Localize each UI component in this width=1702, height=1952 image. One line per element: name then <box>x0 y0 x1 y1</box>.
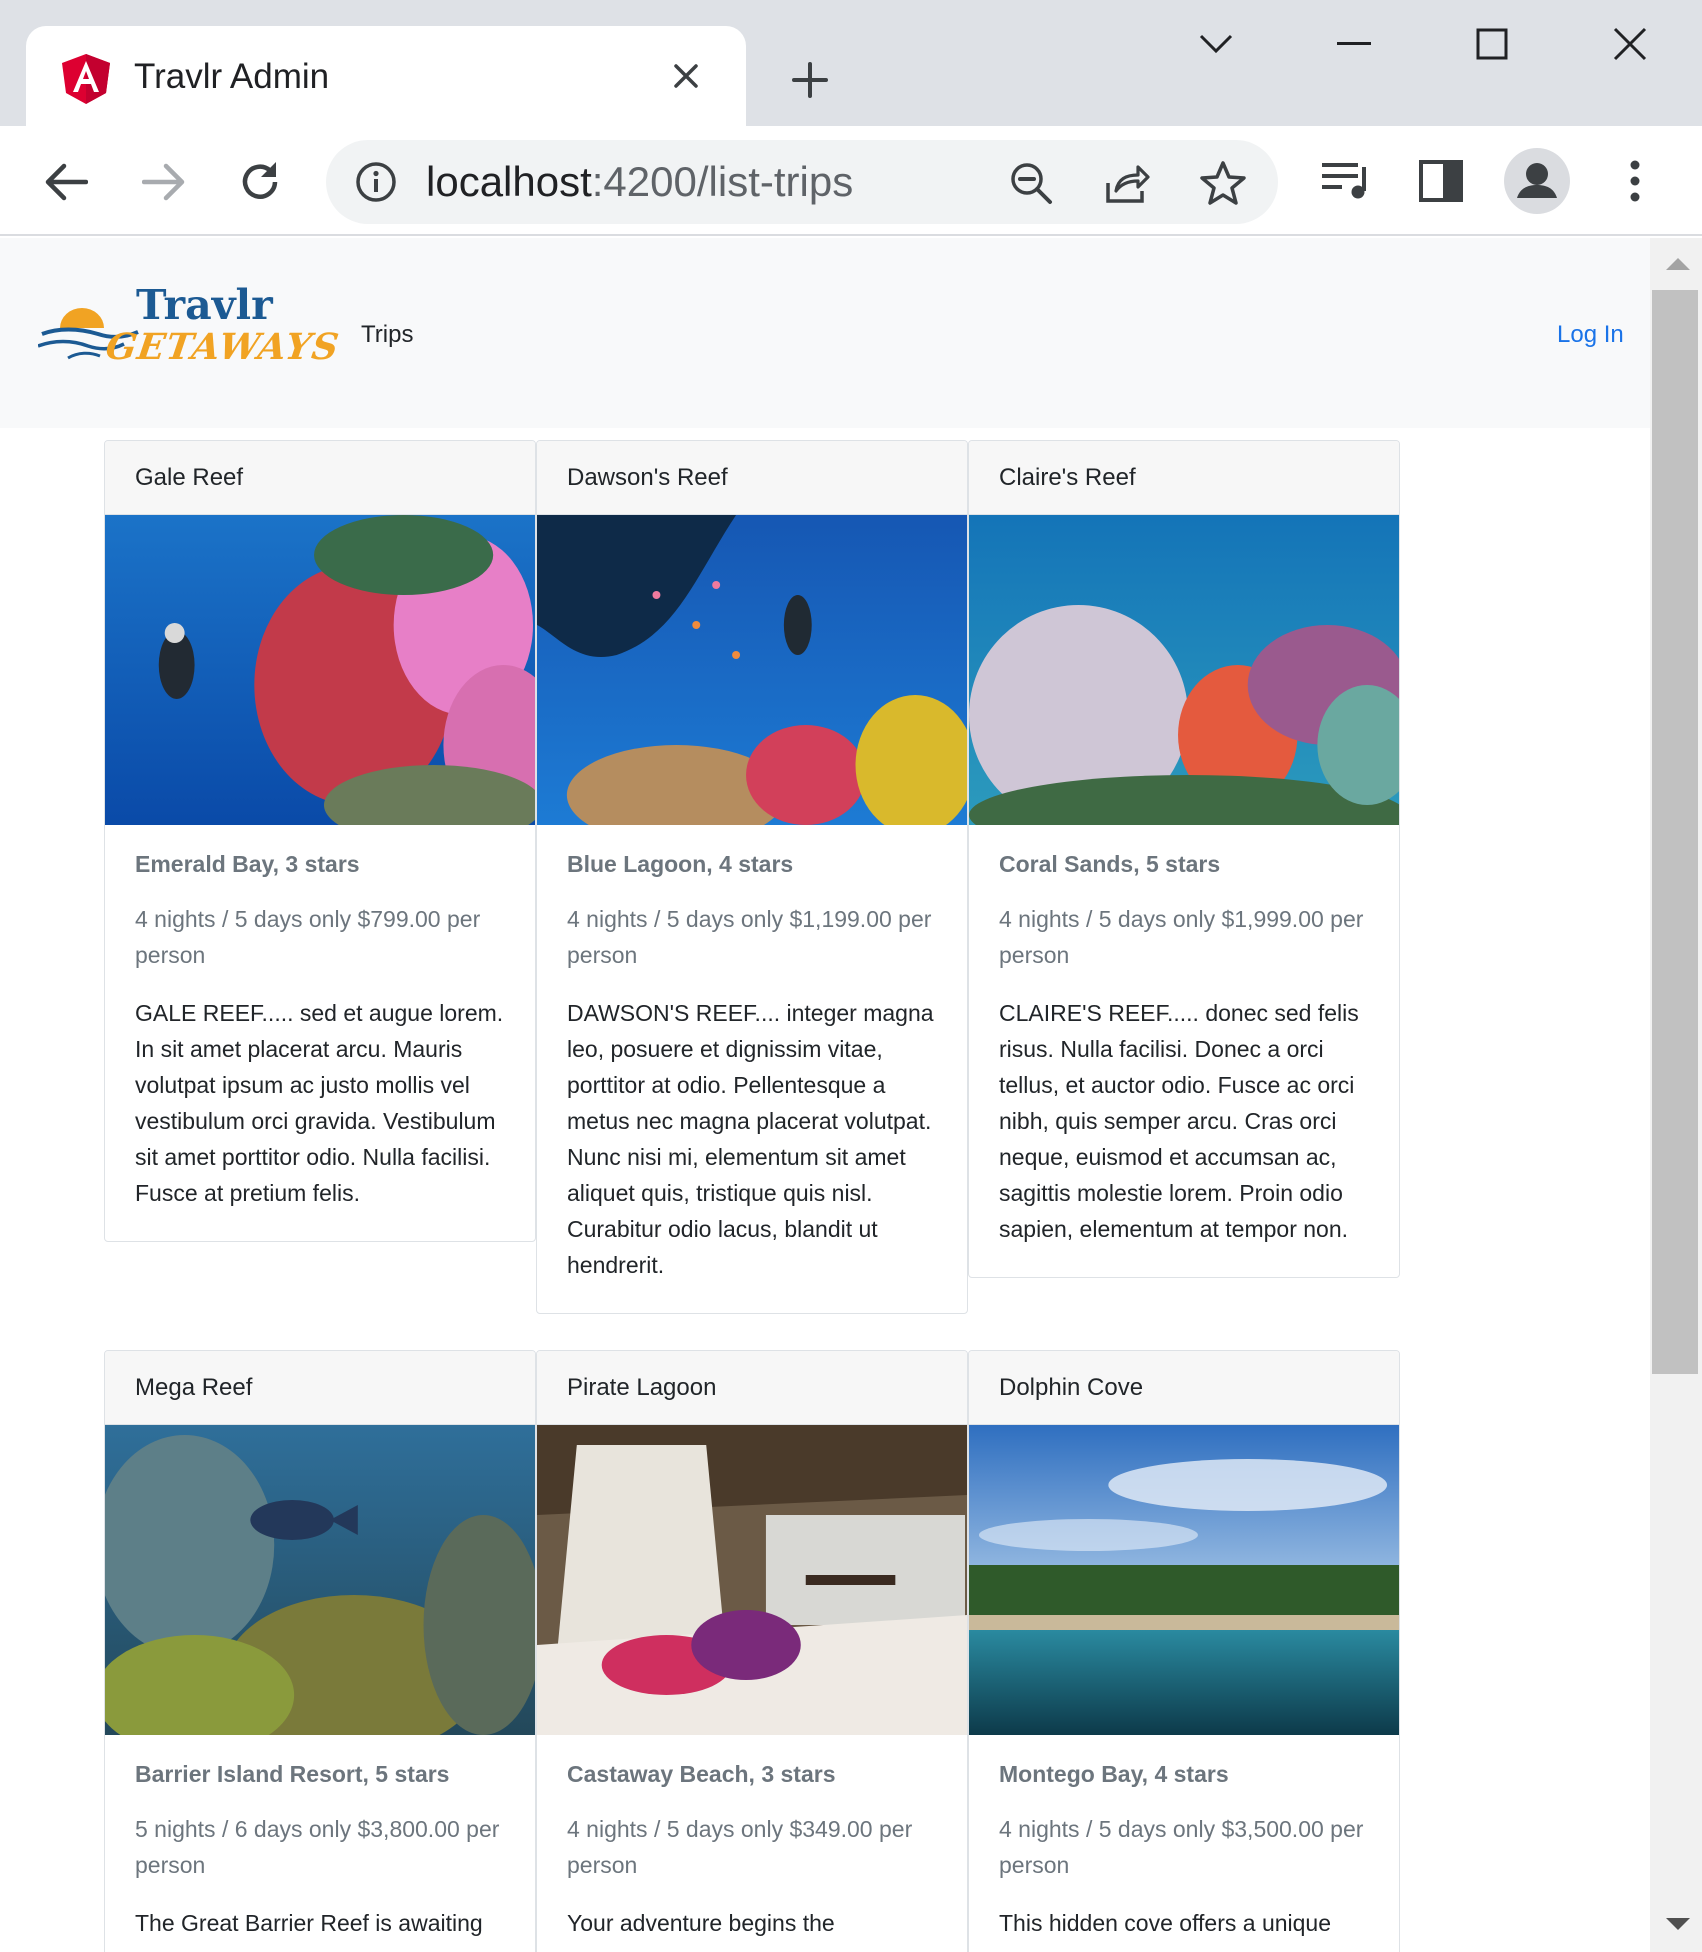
trip-image <box>105 1425 535 1735</box>
bookmark-star-icon[interactable] <box>1200 160 1246 206</box>
trip-image <box>537 515 967 825</box>
zoom-out-icon[interactable] <box>1008 160 1054 206</box>
trip-name: Claire's Reef <box>969 441 1399 515</box>
trip-name: Gale Reef <box>105 441 535 515</box>
tab-search-chevron-icon[interactable] <box>1186 22 1246 66</box>
brand-name: Travlr <box>136 281 273 329</box>
close-tab-icon[interactable] <box>666 56 706 96</box>
trip-description: DAWSON'S REEF.... integer magna leo, pos… <box>567 1000 934 1278</box>
trip-price: 5 nights / 6 days only $3,800.00 per per… <box>135 1816 500 1878</box>
trip-card: Mega Reef Barrier Island Resort, 5 stars… <box>104 1350 536 1952</box>
scroll-down-arrow-icon[interactable] <box>1666 1918 1690 1930</box>
maximize-icon[interactable] <box>1462 22 1522 66</box>
kebab-menu-icon[interactable] <box>1606 152 1664 210</box>
resort-label: Blue Lagoon, 4 stars <box>567 851 794 877</box>
minimize-icon[interactable] <box>1324 22 1384 66</box>
trip-image <box>105 515 535 825</box>
trip-price: 4 nights / 5 days only $1,999.00 per per… <box>999 906 1364 968</box>
resort-label: Castaway Beach, 3 stars <box>567 1761 836 1787</box>
trip-price: 4 nights / 5 days only $3,500.00 per per… <box>999 1816 1364 1878</box>
trip-description: CLAIRE'S REEF..... donec sed felis risus… <box>999 1000 1359 1242</box>
back-arrow-icon[interactable] <box>38 154 94 210</box>
tab-title: Travlr Admin <box>134 57 330 96</box>
site-info-icon[interactable] <box>354 160 398 204</box>
resort-label: Barrier Island Resort, 5 stars <box>135 1761 450 1787</box>
resort-label: Montego Bay, 4 stars <box>999 1761 1229 1787</box>
close-window-icon[interactable] <box>1600 22 1660 66</box>
trip-price: 4 nights / 5 days only $799.00 per perso… <box>135 906 481 968</box>
travlr-logo[interactable]: Travlr GETAWAYS <box>38 281 342 382</box>
page-scrollbar[interactable] <box>1650 238 1702 1952</box>
trip-name: Dolphin Cove <box>969 1351 1399 1425</box>
new-tab-icon[interactable] <box>782 52 838 108</box>
browser-titlebar: Travlr Admin <box>0 0 1702 126</box>
trip-price: 4 nights / 5 days only $349.00 per perso… <box>567 1816 913 1878</box>
profile-avatar-icon[interactable] <box>1504 148 1570 214</box>
trip-name: Pirate Lagoon <box>537 1351 967 1425</box>
trip-card: Pirate Lagoon Castaway Beach, 3 stars 4 … <box>536 1350 968 1952</box>
trip-description: This hidden cove offers a unique <box>999 1910 1332 1936</box>
trip-price: 4 nights / 5 days only $1,199.00 per per… <box>567 906 932 968</box>
side-panel-icon[interactable] <box>1412 152 1470 210</box>
trip-description: The Great Barrier Reef is awaiting <box>135 1910 483 1936</box>
url-path: :4200/list-trips <box>591 158 854 205</box>
url-host: localhost <box>426 158 592 205</box>
site-navbar: Travlr GETAWAYS Trips Log In <box>0 238 1650 428</box>
browser-toolbar: localhost:4200/list-trips <box>0 126 1702 236</box>
resort-label: Emerald Bay, 3 stars <box>135 851 360 877</box>
forward-arrow-icon[interactable] <box>136 154 192 210</box>
login-link[interactable]: Log In <box>1557 320 1624 350</box>
resort-label: Coral Sands, 5 stars <box>999 851 1221 877</box>
trip-name: Mega Reef <box>105 1351 535 1425</box>
trip-image <box>969 1425 1399 1735</box>
trip-card: Claire's Reef Coral Sands, 5 stars 4 nig… <box>968 440 1400 1278</box>
url-text[interactable]: localhost:4200/list-trips <box>426 158 853 206</box>
share-icon[interactable] <box>1104 160 1150 206</box>
page-viewport: Travlr GETAWAYS Trips Log In Gale Reef E… <box>0 238 1650 1952</box>
trip-card: Dolphin Cove Montego Bay, 4 stars 4 nigh… <box>968 1350 1400 1952</box>
nav-trips-link[interactable]: Trips <box>361 320 413 350</box>
trip-description: GALE REEF..... sed et augue lorem. In si… <box>135 1000 504 1206</box>
trip-card: Gale Reef Emerald Bay, 3 stars 4 nights … <box>104 440 536 1242</box>
trip-description: Your adventure begins the <box>567 1910 835 1936</box>
trip-image <box>537 1425 967 1735</box>
trip-name: Dawson's Reef <box>537 441 967 515</box>
scroll-up-arrow-icon[interactable] <box>1666 258 1690 270</box>
browser-tab[interactable]: Travlr Admin <box>26 26 746 126</box>
reload-icon[interactable] <box>232 154 288 210</box>
brand-tagline: GETAWAYS <box>103 326 343 368</box>
address-bar[interactable]: localhost:4200/list-trips <box>326 140 1278 224</box>
media-queue-icon[interactable] <box>1316 152 1374 210</box>
trip-card: Dawson's Reef Blue Lagoon, 4 stars 4 nig… <box>536 440 968 1314</box>
angular-icon <box>62 54 110 104</box>
scroll-thumb[interactable] <box>1652 290 1698 1374</box>
trip-image <box>969 515 1399 825</box>
